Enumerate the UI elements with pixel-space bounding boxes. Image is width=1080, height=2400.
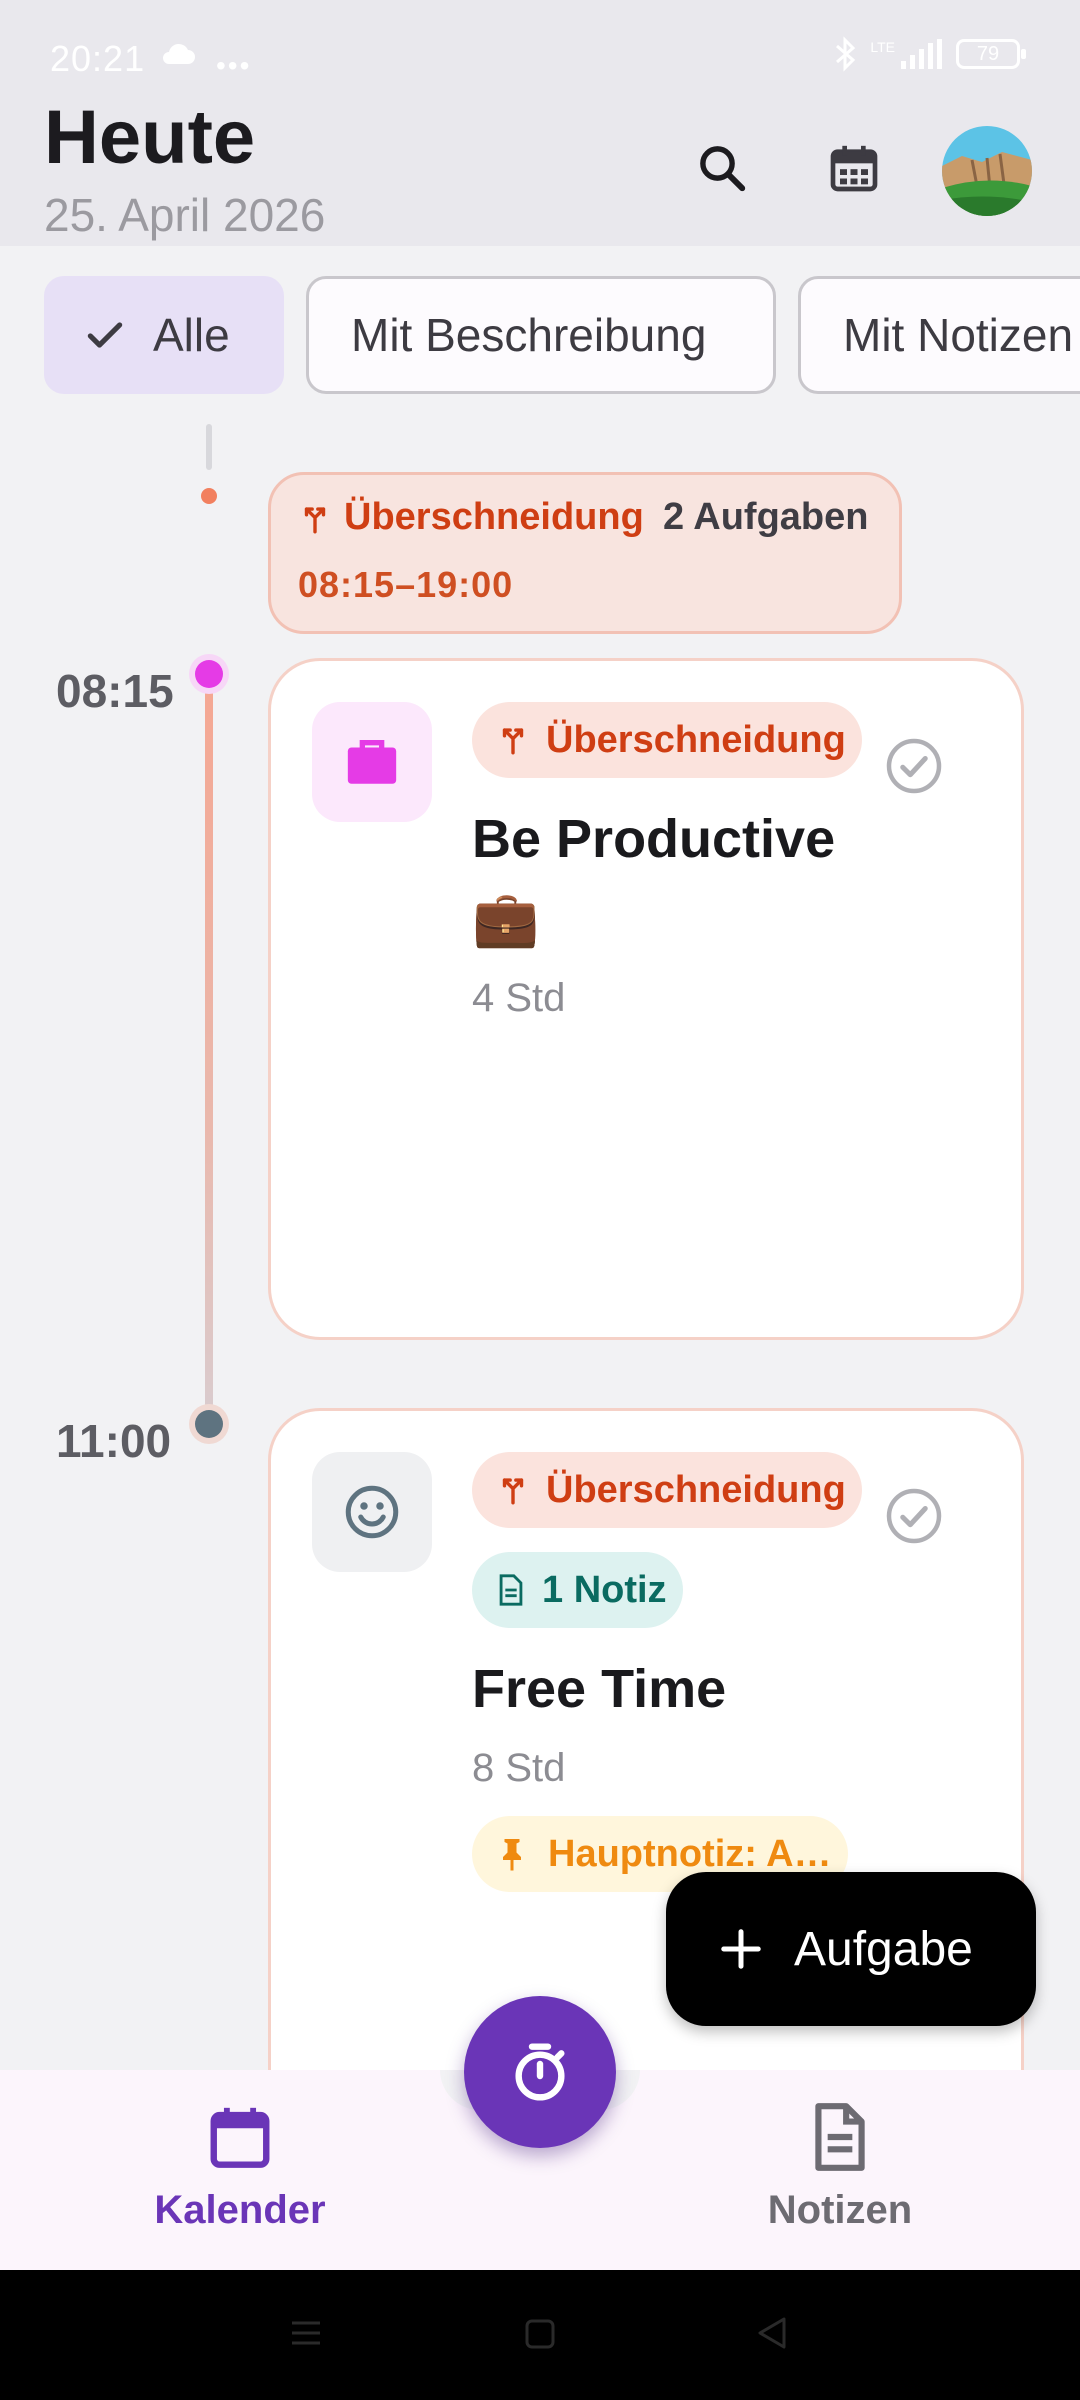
stopwatch-icon (515, 2043, 565, 2101)
add-task-label: Aufgabe (794, 1922, 973, 1976)
overlap-summary-range: 08:15–19:00 (298, 564, 514, 605)
nav-item-kalender[interactable]: Kalender (130, 2100, 350, 2250)
check-circle-icon (886, 1488, 942, 1544)
main-note-label: Hauptnotiz: A… (548, 1832, 832, 1875)
fork-icon (502, 1478, 524, 1505)
filter-chip-mit-beschreibung[interactable]: Mit Beschreibung (306, 276, 776, 394)
more-icon: ••• (216, 50, 252, 81)
avatar[interactable] (942, 126, 1032, 216)
status-time: 20:21 (50, 38, 146, 79)
fork-icon (502, 728, 524, 755)
note-count-label: 1 Notiz (542, 1568, 667, 1611)
task-duration: 4 Std (472, 976, 566, 1020)
check-circle-icon (886, 738, 942, 794)
overlap-summary-count: 2 Aufgaben (663, 496, 869, 538)
filter-chip-label: Mit Notizen (843, 309, 1074, 361)
calendar-button[interactable] (814, 128, 894, 208)
nav-label-notizen: Notizen (767, 2188, 913, 2232)
home-icon[interactable] (524, 2318, 556, 2355)
complete-check-button[interactable] (884, 1486, 944, 1551)
signal-icon: LTE (870, 39, 942, 69)
menu-icon[interactable] (290, 2318, 322, 2353)
time-label: 11:00 (56, 1415, 172, 1467)
task-icon-tile (312, 702, 432, 822)
task-emoji: 💼 (472, 889, 540, 949)
search-button[interactable] (682, 128, 762, 208)
pin-icon (503, 1839, 521, 1871)
task-duration: 8 Std (472, 1746, 566, 1790)
overlap-badge: Überschneidung (472, 1452, 862, 1528)
task-title: Be Productive (472, 809, 836, 869)
nav-label-kalender: Kalender (154, 2188, 326, 2232)
document-icon (499, 1574, 523, 1606)
timeline-dot (195, 660, 223, 688)
bluetooth-icon (836, 36, 856, 72)
task-title: Free Time (472, 1659, 727, 1719)
search-icon (700, 146, 746, 192)
timeline-dot (195, 1410, 223, 1438)
overlap-summary-title: Überschneidung (344, 496, 644, 538)
timeline-dot (201, 488, 217, 504)
task-icon-tile (312, 1452, 432, 1572)
calendar-icon (210, 2107, 270, 2168)
status-icons: LTE 79 (834, 36, 1026, 72)
nav-item-notizen[interactable]: Notizen (730, 2100, 950, 2250)
timer-button[interactable] (464, 1996, 616, 2148)
filter-chip-alle[interactable]: Alle (44, 276, 284, 394)
back-icon[interactable] (756, 2316, 788, 2355)
smiley-icon (345, 1485, 399, 1539)
add-task-button[interactable]: Aufgabe (666, 1872, 1036, 2026)
battery-icon: 79 (956, 39, 1026, 69)
document-icon (815, 2103, 865, 2171)
fork-icon (298, 502, 332, 541)
filter-chip-mit-notizen[interactable]: Mit Notizen (798, 276, 1080, 394)
page-date: 25. April 2026 (44, 189, 326, 241)
complete-check-button[interactable] (884, 736, 944, 801)
filter-chip-label: Mit Beschreibung (351, 309, 707, 361)
note-count-badge[interactable]: 1 Notiz (472, 1552, 683, 1628)
timeline-line (205, 676, 213, 1424)
timeline-line (206, 424, 212, 470)
time-label: 08:15 (56, 665, 174, 717)
calendar-icon (830, 145, 878, 192)
briefcase-icon (347, 740, 397, 784)
overlap-badge-label: Überschneidung (546, 718, 846, 761)
cloud-icon (160, 42, 196, 71)
plus-icon (721, 1929, 761, 1969)
page-title: Heute (44, 95, 256, 180)
overlap-badge: Überschneidung (472, 702, 862, 778)
overlap-badge-label: Überschneidung (546, 1468, 846, 1511)
check-icon (87, 322, 123, 348)
filter-chip-label: Alle (153, 309, 230, 361)
